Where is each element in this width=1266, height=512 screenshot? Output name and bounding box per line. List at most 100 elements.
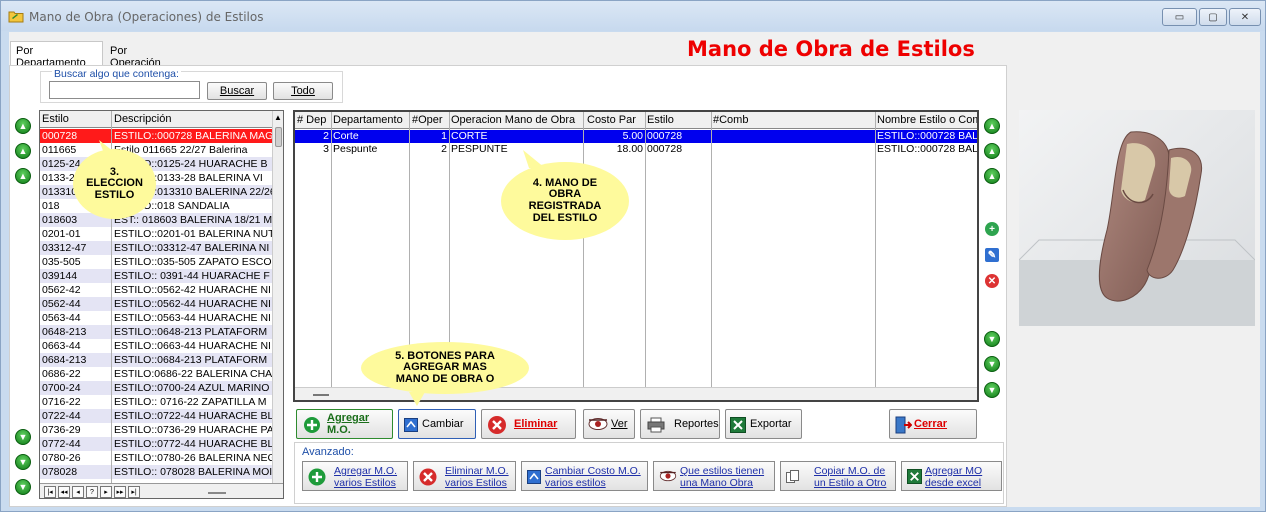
style-row[interactable]: 0125-24 ESTILO::0125-24 HUARACHE B: [40, 157, 272, 171]
column-header-operacion[interactable]: Operacion Mano de Obra: [451, 114, 579, 126]
style-row[interactable]: 011665 Estilo 011665 22/27 Balerina: [40, 143, 272, 157]
style-row[interactable]: 0563-44 ESTILO::0563-44 HUARACHE NI: [40, 311, 272, 325]
adv-label: Que estilos tienen una Mano Obra: [680, 465, 764, 489]
labor-move-up-button[interactable]: ▲: [984, 168, 1000, 184]
close-window-button[interactable]: ✕: [1229, 8, 1261, 26]
exportar-button[interactable]: Exportar: [725, 409, 802, 439]
navigator-button[interactable]: ?: [86, 486, 98, 498]
scroll-thumb[interactable]: [275, 127, 282, 147]
style-row[interactable]: 0648-213 ESTILO::0648-213 PLATAFORM: [40, 325, 272, 339]
ver-button[interactable]: Ver: [583, 409, 635, 439]
column-header-dep[interactable]: # Dep: [297, 114, 329, 126]
navigator-button[interactable]: ▸: [100, 486, 112, 498]
exit-door-icon: [895, 416, 912, 434]
style-row[interactable]: 018 ESTILO::018 SANDALIA: [40, 199, 272, 213]
style-row[interactable]: 0700-24 ESTILO::0700-24 AZUL MARINO: [40, 381, 272, 395]
column-header-nombre[interactable]: Nombre Estilo o Combinación: [877, 114, 977, 126]
style-row[interactable]: 000728 ESTILO::000728 BALERINA MAG: [40, 129, 272, 143]
style-row[interactable]: 039144 ESTILO:: 0391-44 HUARACHE F: [40, 269, 272, 283]
delete-record-icon[interactable]: ✕: [985, 274, 999, 288]
tab-por-operacion[interactable]: Por Operación: [105, 42, 185, 69]
cambiar-costo-varios-button[interactable]: Cambiar Costo M.O. varios estilos: [521, 461, 648, 491]
labor-move-down-page-button[interactable]: ▼: [984, 356, 1000, 372]
todo-button[interactable]: Todo: [273, 82, 333, 100]
cambiar-button[interactable]: Cambiar: [398, 409, 476, 439]
add-record-icon[interactable]: +: [985, 222, 999, 236]
style-row[interactable]: 0562-42 ESTILO::0562-42 HUARACHE NI: [40, 283, 272, 297]
column-header-comb[interactable]: #Comb: [713, 114, 773, 126]
navigator-button[interactable]: ◂◂: [58, 486, 70, 498]
agregar-mo-excel-button[interactable]: Agregar MO desde excel: [901, 461, 1002, 491]
column-header-costo[interactable]: Costo Par: [587, 114, 643, 126]
agregar-mo-varios-button[interactable]: Agregar M.O. varios Estilos: [302, 461, 408, 491]
navigator-button[interactable]: |◂: [44, 486, 56, 498]
style-description: EST:: 018603 BALERINA 18/21 M: [114, 214, 272, 226]
style-row[interactable]: 0772-44 ESTILO::0772-44 HUARACHE BL: [40, 437, 272, 451]
column-header-descripcion[interactable]: Descripción: [114, 113, 171, 125]
arrow-down-icon: ▼: [18, 481, 28, 492]
maximize-button[interactable]: ▢: [1199, 8, 1227, 26]
column-header-estilo[interactable]: Estilo: [647, 114, 707, 126]
style-row[interactable]: 03312-47 ESTILO::03312-47 BALERINA NI: [40, 241, 272, 255]
style-row[interactable]: 0686-22 ESTILO:0686-22 BALERINA CHA: [40, 367, 272, 381]
style-description: ESTILO::0663-44 HUARACHE NI: [114, 340, 271, 352]
labor-move-up-page-button[interactable]: ▲: [984, 143, 1000, 159]
reportes-button[interactable]: Reportes: [640, 409, 720, 439]
navigator-button[interactable]: ◂: [72, 486, 84, 498]
style-code: 0736-29: [42, 424, 81, 436]
style-row[interactable]: 0736-29 ESTILO::0736-29 HUARACHE PA: [40, 423, 272, 437]
navigator-button[interactable]: ▸▸: [114, 486, 126, 498]
style-row[interactable]: 0663-44 ESTILO::0663-44 HUARACHE NI: [40, 339, 272, 353]
move-up-button[interactable]: ▲: [15, 168, 31, 184]
column-header-oper[interactable]: #Oper: [412, 114, 450, 126]
cambiar-label: Cambiar: [422, 418, 464, 430]
minimize-button[interactable]: ▭: [1162, 8, 1197, 26]
labor-move-last-button[interactable]: ▼: [984, 382, 1000, 398]
scroll-thumb[interactable]: [313, 394, 329, 396]
labor-move-first-button[interactable]: ▲: [984, 118, 1000, 134]
navigator-button[interactable]: ▸|: [128, 486, 140, 498]
eliminar-mo-varios-button[interactable]: Eliminar M.O. varios Estilos: [413, 461, 516, 491]
style-row[interactable]: 0684-213 ESTILO::0684-213 PLATAFORM: [40, 353, 272, 367]
style-row[interactable]: 035-505 ESTILO::035-505 ZAPATO ESCO: [40, 255, 272, 269]
styles-grid[interactable]: Estilo Descripción 000728 ESTILO::000728 …: [39, 110, 284, 499]
style-description: ESTILO::0201-01 BALERINA NUT: [114, 228, 272, 240]
copy-icon: [786, 470, 799, 483]
style-row[interactable]: 0780-26 ESTILO::0780-26 BALERINA NEG: [40, 451, 272, 465]
labor-move-down-button[interactable]: ▼: [984, 331, 1000, 347]
column-header-estilo[interactable]: Estilo: [42, 113, 69, 125]
agregar-mo-button[interactable]: Agregar M.O.: [296, 409, 393, 439]
style-code: 078028: [42, 466, 78, 478]
navigator-scroll-thumb[interactable]: [208, 492, 226, 494]
cerrar-button[interactable]: Cerrar: [889, 409, 977, 439]
column-header-departamento[interactable]: Departamento: [333, 114, 405, 126]
move-down-page-button[interactable]: ▼: [15, 454, 31, 470]
tab-por-departamento[interactable]: Por Departamento: [10, 41, 103, 69]
scroll-up-icon[interactable]: ▲: [274, 113, 282, 122]
style-code: 0201-01: [42, 228, 81, 240]
labor-cell-departamento: Corte: [333, 130, 359, 142]
copiar-mo-button[interactable]: Copiar M.O. de un Estilo a Otro: [780, 461, 896, 491]
styles-vertical-scrollbar[interactable]: ▲: [272, 111, 283, 483]
style-row[interactable]: 0722-44 ESTILO::0722-44 HUARACHE BL: [40, 409, 272, 423]
style-row[interactable]: 0201-01 ESTILO::0201-01 BALERINA NUT: [40, 227, 272, 241]
move-down-button[interactable]: ▼: [15, 429, 31, 445]
arrow-up-icon: ▲: [18, 120, 28, 131]
style-description: ESTILO:: 078028 BALERINA MOI: [114, 466, 272, 478]
agregar-label-2: M.O.: [327, 424, 351, 436]
style-row[interactable]: 0562-44 ESTILO::0562-44 HUARACHE NI: [40, 297, 272, 311]
style-code: 0780-26: [42, 452, 81, 464]
style-row[interactable]: 0716-22 ESTILO:: 0716-22 ZAPATILLA M: [40, 395, 272, 409]
search-input[interactable]: [49, 81, 200, 99]
que-estilos-tienen-button[interactable]: Que estilos tienen una Mano Obra: [653, 461, 775, 491]
move-last-button[interactable]: ▼: [15, 479, 31, 495]
edit-record-icon[interactable]: ✎: [985, 248, 999, 262]
buscar-button[interactable]: Buscar: [207, 82, 267, 100]
move-up-page-button[interactable]: ▲: [15, 143, 31, 159]
style-row[interactable]: 078028 ESTILO:: 078028 BALERINA MOI: [40, 465, 272, 479]
eye-icon: [659, 470, 677, 482]
eliminar-button[interactable]: Eliminar: [481, 409, 576, 439]
style-row[interactable]: 018603 EST:: 018603 BALERINA 18/21 M: [40, 213, 272, 227]
move-first-button[interactable]: ▲: [15, 118, 31, 134]
title-bar[interactable]: Mano de Obra (Operaciones) de Estilos ▭ …: [1, 1, 1265, 31]
